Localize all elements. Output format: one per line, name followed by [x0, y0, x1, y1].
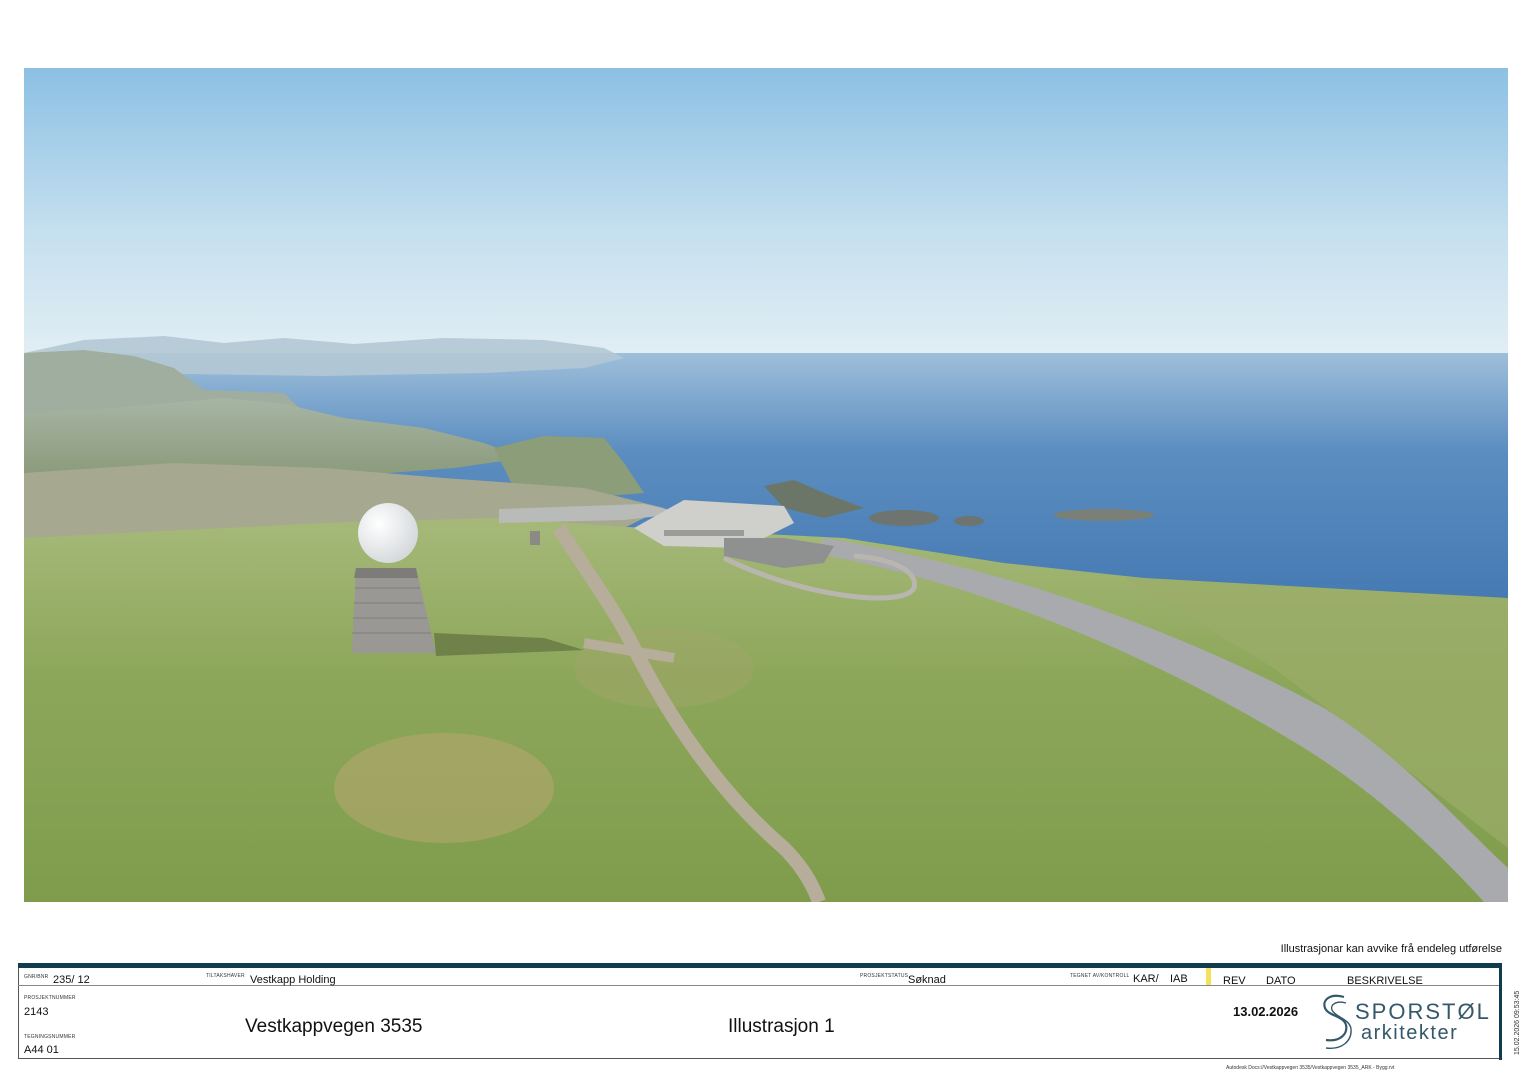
gnr-bnr-value: 235/ 12	[53, 974, 90, 986]
title-block-right-bar	[1499, 968, 1502, 1060]
tegnet-label: TEGNET AV/KONTROLL	[1070, 973, 1130, 979]
tiltakshaver-label: TILTAKSHAVER	[206, 973, 245, 979]
prosjektnummer-label: PROSJEKTNUMMER	[24, 995, 76, 1001]
logo-icon	[1323, 994, 1352, 1049]
logo-text-arkitekter: arkitekter	[1361, 1022, 1459, 1044]
illustration-image	[24, 68, 1508, 902]
tegnet-value-1: KAR/	[1133, 973, 1159, 985]
prosjektstatus-label: PROSJEKTSTATUS	[860, 973, 909, 979]
revision-date: 13.02.2026	[1233, 1004, 1299, 1019]
file-path: Autodesk Docs://Vestkappvegen 3535/Vestk…	[1226, 1065, 1395, 1071]
aerial-rendering	[24, 68, 1508, 902]
tegningsnummer-value: A44 01	[24, 1044, 59, 1056]
drawing-title: Illustrasjon 1	[728, 1016, 835, 1037]
gnr-bnr-label: GNR/BNR	[24, 974, 49, 980]
rev-label: REV	[1223, 975, 1246, 987]
prosjektnummer-value: 2143	[24, 1006, 49, 1018]
beskrivelse-label: BESKRIVELSE	[1347, 975, 1423, 987]
disclaimer-text: Illustrasjonar kan avvike frå endeleg ut…	[1280, 943, 1502, 955]
print-timestamp: 15.02.2026 09:53:45	[1514, 990, 1521, 1055]
project-name: Vestkappvegen 3535	[245, 1016, 423, 1037]
tiltakshaver-value: Vestkapp Holding	[250, 974, 336, 986]
dato-label: DATO	[1266, 975, 1296, 987]
tegnet-value-2: IAB	[1170, 973, 1188, 985]
prosjektstatus-value: Søknad	[908, 974, 946, 986]
revision-marker	[1206, 968, 1211, 985]
tegningsnummer-label: TEGNINGSNUMMER	[24, 1034, 76, 1040]
title-block: GNR/BNR 235/ 12 TILTAKSHAVER Vestkapp Ho…	[18, 963, 1502, 1061]
